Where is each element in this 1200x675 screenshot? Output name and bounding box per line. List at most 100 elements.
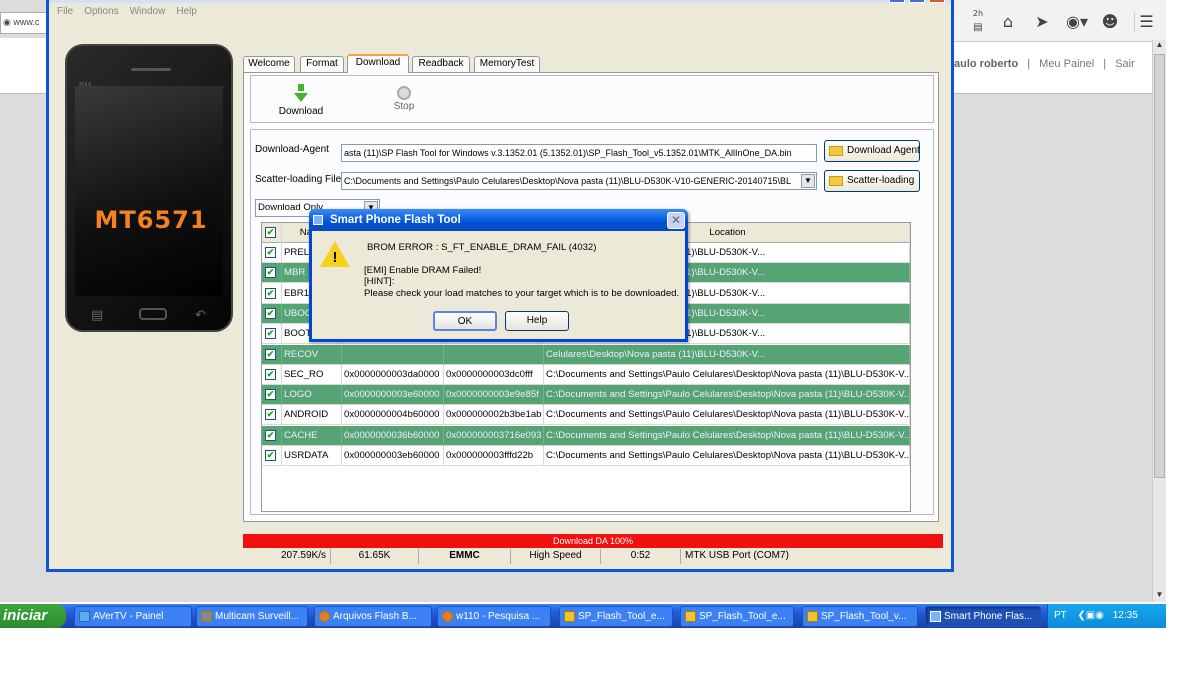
download-history-icon[interactable]: 2h ▤ xyxy=(968,10,988,34)
user-links: aulo roberto | Meu Painel | Sair xyxy=(954,58,1150,74)
taskbar-item[interactable]: SP_Flash_Tool_v... xyxy=(802,606,918,627)
checkbox[interactable]: ✔ xyxy=(265,267,276,279)
tab-readback[interactable]: Readback xyxy=(412,56,470,72)
checkbox[interactable]: ✔ xyxy=(265,307,276,319)
taskbar-item[interactable]: Arquivos Flash B... xyxy=(314,606,432,627)
dialog-close-icon[interactable]: ✕ xyxy=(667,212,685,229)
download-arrow-head xyxy=(294,93,308,102)
row-check-cell: ✔ xyxy=(262,243,282,263)
exit-link[interactable]: Sair xyxy=(1115,58,1135,70)
stop-button[interactable]: Stop xyxy=(379,84,429,124)
taskbar-item[interactable]: SP_Flash_Tool_e... xyxy=(559,606,673,627)
send-icon[interactable]: ➤ xyxy=(1032,12,1052,32)
menu-file[interactable]: File xyxy=(57,3,73,21)
dropdown-arrow-icon[interactable]: ▼ xyxy=(801,174,815,188)
end-address: 0x000000002b3be1ab xyxy=(444,405,544,426)
row-check-cell: ✔ xyxy=(262,425,282,446)
chat-icon[interactable]: ☻ xyxy=(1100,12,1120,32)
tab-format[interactable]: Format xyxy=(300,56,344,72)
end-address xyxy=(444,344,544,365)
status-mode: High Speed xyxy=(511,549,601,564)
table-row[interactable]: ✔ ANDROID 0x0000000004b60000 0x000000002b3b… xyxy=(262,405,910,426)
end-address: 0x0000000003e9e85f xyxy=(444,385,544,406)
scatter-button-label: Scatter-loading xyxy=(847,175,915,186)
begin-address: 0x0000000003da0000 xyxy=(342,364,444,385)
menu-options[interactable]: Options xyxy=(84,3,118,21)
menu-key-icon: ▤ xyxy=(91,308,104,323)
table-row[interactable]: ✔ USRDATA 0x000000003eb60000 0x000000003fff… xyxy=(262,446,910,466)
menu-window[interactable]: Window xyxy=(130,3,166,21)
checkbox[interactable]: ✔ xyxy=(265,287,276,299)
status-time: 0:52 xyxy=(601,549,681,564)
address-bar[interactable]: ◉ www.c xyxy=(0,12,48,34)
scroll-down-icon[interactable]: ▼ xyxy=(1153,590,1166,602)
table-row[interactable]: ✔ SEC_RO 0x0000000003da0000 0x0000000003dc0… xyxy=(262,364,910,385)
taskbar-item[interactable]: AVerTV - Painel xyxy=(74,606,192,627)
download-button[interactable]: Download xyxy=(269,84,333,124)
hint-text: Please check your load matches to your t… xyxy=(364,288,680,299)
folder-icon xyxy=(829,146,843,156)
checkbox[interactable]: ✔ xyxy=(265,247,276,258)
browser-scrollbar[interactable]: ▲ ▼ xyxy=(1152,40,1166,602)
desktop: ◉ www.c 2h ▤ ⌂ ➤ ◉▾ ☻ ☰ aulo roberto | Me… xyxy=(0,0,1200,675)
folder-icon xyxy=(685,611,696,622)
taskbar-item[interactable]: Multicam Surveill... xyxy=(196,606,308,627)
language-indicator[interactable]: PT xyxy=(1054,610,1067,621)
begin-address xyxy=(342,344,444,365)
taskbar-item[interactable]: w110 - Pesquisa ... xyxy=(437,606,551,627)
home-key-icon xyxy=(139,308,167,320)
scroll-thumb[interactable] xyxy=(1154,54,1165,478)
file-location: C:\Documents and Settings\Paulo Celulare… xyxy=(544,405,910,426)
checkbox[interactable]: ✔ xyxy=(265,450,276,461)
phone-speaker xyxy=(131,68,171,71)
download-agent-button[interactable]: Download Agent xyxy=(824,140,920,162)
help-button[interactable]: Help xyxy=(505,311,569,331)
scatter-file-select[interactable]: C:\Documents and Settings\Paulo Celulare… xyxy=(341,172,817,190)
task-label: Smart Phone Flas... xyxy=(944,611,1033,622)
partition-name: LOGO xyxy=(282,385,342,406)
download-agent-field[interactable]: asta (11)\SP Flash Tool for Windows v.3.… xyxy=(341,144,817,162)
start-button[interactable]: iniciar xyxy=(0,604,66,628)
checkbox[interactable]: ✔ xyxy=(265,328,276,340)
phone-model-label: MT6571 xyxy=(94,206,208,234)
task-label: w110 - Pesquisa ... xyxy=(456,611,541,622)
checkbox[interactable]: ✔ xyxy=(265,409,276,421)
home-icon[interactable]: ⌂ xyxy=(998,12,1018,32)
checkbox[interactable]: ✔ xyxy=(265,368,276,380)
checkbox[interactable]: ✔ xyxy=(265,389,276,401)
download-agent-button-label: Download Agent xyxy=(847,145,920,156)
scatter-loading-button[interactable]: Scatter-loading xyxy=(824,170,920,192)
file-location: C:\Documents and Settings\Paulo Celulare… xyxy=(544,385,910,406)
status-bar: 207.59K/s 61.65K EMMC High Speed 0:52 MT… xyxy=(243,549,943,564)
begin-address: 0x0000000036b60000 xyxy=(342,425,444,446)
taskbar: iniciar AVerTV - Painel Multicam Surveil… xyxy=(0,604,1166,628)
tab-download[interactable]: Download xyxy=(347,54,409,73)
user-name-link[interactable]: aulo roberto xyxy=(954,58,1018,70)
ok-button[interactable]: OK xyxy=(433,311,497,331)
menu-help[interactable]: Help xyxy=(176,3,197,21)
globe-icon: ◉ xyxy=(3,17,11,27)
end-address: 0x000000003fffd22b xyxy=(444,446,544,466)
adblock-icon[interactable]: ◉▾ xyxy=(1062,12,1092,32)
partition-name: RECOV xyxy=(282,344,342,365)
tray-icons[interactable]: ❮▣◉ xyxy=(1077,610,1104,621)
tab-welcome[interactable]: Welcome xyxy=(243,56,295,72)
panel-link[interactable]: Meu Painel xyxy=(1039,58,1094,70)
table-row[interactable]: ✔ LOGO 0x0000000003e60000 0x0000000003e9e85… xyxy=(262,385,910,406)
menu-icon[interactable]: ☰ xyxy=(1134,12,1154,32)
checkbox[interactable]: ✔ xyxy=(265,348,276,360)
row-check-cell: ✔ xyxy=(262,303,282,324)
tab-memorytest[interactable]: MemoryTest xyxy=(474,56,540,72)
link-separator: | xyxy=(1103,58,1107,70)
checkbox[interactable]: ✔ xyxy=(265,429,276,441)
table-row[interactable]: ✔ RECOV Celulares\Desktop\Nova pasta (11)\… xyxy=(262,344,910,365)
table-row[interactable]: ✔ CACHE 0x0000000036b60000 0x000000003716e0… xyxy=(262,425,910,446)
checkbox[interactable]: ✔ xyxy=(265,227,276,238)
tab-bar: Welcome Format Download Readback MemoryT… xyxy=(243,54,563,73)
scatter-file-value: C:\Documents and Settings\Paulo Celulare… xyxy=(344,176,792,186)
scroll-up-icon[interactable]: ▲ xyxy=(1153,40,1166,52)
scatter-label: Scatter-loading File xyxy=(255,174,342,185)
taskbar-item[interactable]: SP_Flash_Tool_e... xyxy=(680,606,794,627)
action-toolbar: Download Stop xyxy=(250,75,934,123)
taskbar-item-active[interactable]: Smart Phone Flas... xyxy=(925,606,1041,627)
